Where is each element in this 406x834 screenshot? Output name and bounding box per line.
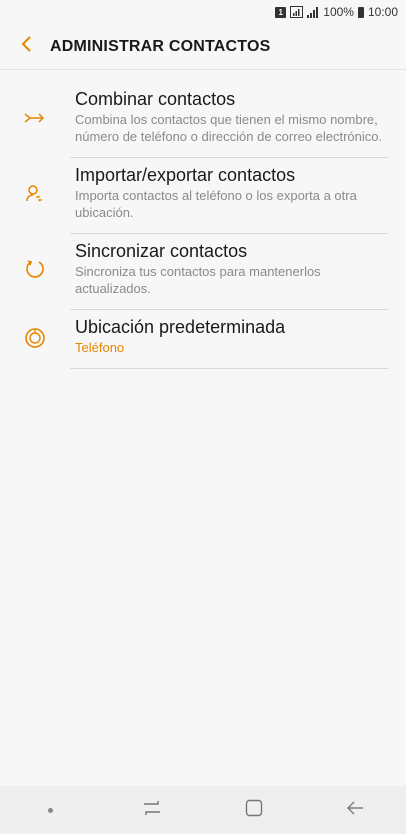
list-item-title: Combinar contactos	[75, 89, 236, 109]
sim-icon: 1	[275, 6, 287, 18]
list-item-description: Importa contactos al teléfono o los expo…	[75, 188, 357, 220]
signal-icon	[307, 6, 319, 18]
storage-location-icon	[0, 310, 70, 349]
merge-arrows-icon	[0, 82, 70, 126]
settings-list: Combinar contactos Combina los contactos…	[0, 82, 406, 369]
sync-icon	[0, 234, 70, 280]
recents-icon	[142, 800, 162, 821]
list-item-import-export-contacts[interactable]: Importar/exportar contactos Importa cont…	[0, 158, 406, 234]
back-nav-button[interactable]	[325, 786, 385, 834]
battery-percent: 100%	[323, 5, 354, 19]
import-export-contact-icon	[0, 158, 70, 204]
clock: 10:00	[367, 5, 398, 19]
list-item-title: Sincronizar contactos	[75, 241, 248, 261]
nav-dot-button[interactable]	[21, 786, 81, 834]
back-arrow-icon	[346, 800, 364, 821]
home-icon	[245, 799, 263, 822]
list-item-description: Combina los contactos que tienen el mism…	[75, 112, 383, 144]
wifi-calling-icon	[290, 6, 304, 18]
battery-icon	[357, 6, 364, 18]
list-item-description: Sincroniza tus contactos para mantenerlo…	[75, 264, 321, 296]
list-item-title: Importar/exportar contactos	[75, 165, 296, 185]
home-button[interactable]	[224, 786, 284, 834]
navigation-bar	[0, 786, 406, 834]
list-item-body: Sincronizar contactos Sincroniza tus con…	[70, 234, 388, 310]
app-header: ADMINISTRAR CONTACTOS	[0, 24, 406, 70]
list-item-default-location[interactable]: Ubicación predeterminada Teléfono	[0, 310, 406, 369]
status-bar: 1 100% 10:00	[0, 0, 406, 24]
back-button[interactable]	[4, 24, 48, 70]
list-item-value: Teléfono	[75, 340, 125, 355]
list-item-body: Importar/exportar contactos Importa cont…	[70, 158, 388, 234]
list-item-combine-contacts[interactable]: Combinar contactos Combina los contactos…	[0, 82, 406, 158]
recents-button[interactable]	[122, 786, 182, 834]
list-item-sync-contacts[interactable]: Sincronizar contactos Sincroniza tus con…	[0, 234, 406, 310]
list-item-title: Ubicación predeterminada	[75, 317, 286, 337]
page-title: ADMINISTRAR CONTACTOS	[50, 37, 271, 55]
dot-icon	[48, 807, 54, 813]
chevron-left-icon	[20, 35, 32, 58]
list-item-body: Ubicación predeterminada Teléfono	[70, 310, 388, 369]
list-item-body: Combinar contactos Combina los contactos…	[70, 82, 388, 158]
